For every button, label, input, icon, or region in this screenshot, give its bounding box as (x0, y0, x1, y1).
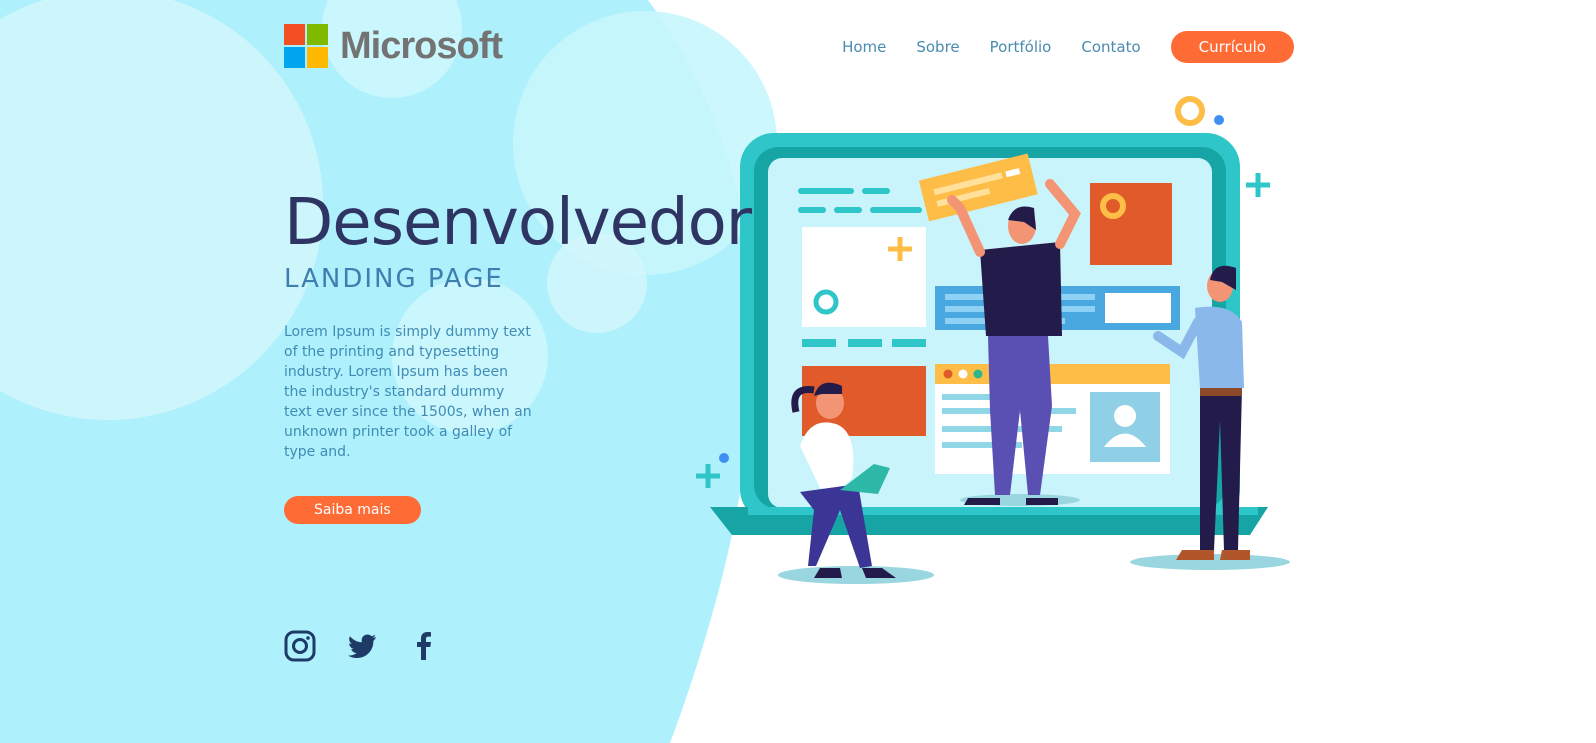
nav-link-sobre[interactable]: Sobre (916, 38, 959, 56)
hero-description: Lorem Ipsum is simply dummy text of the … (284, 324, 532, 461)
hero-section: Desenvolvedor LANDING PAGE Lorem Ipsum i… (284, 186, 754, 525)
nav-link-portfolio[interactable]: Portfólio (990, 38, 1052, 56)
social-links (284, 630, 440, 662)
logo-text: Microsoft (340, 24, 503, 67)
hero-subtitle: LANDING PAGE (284, 264, 504, 295)
instagram-icon[interactable] (284, 630, 316, 662)
nav-link-home[interactable]: Home (842, 38, 886, 56)
landing-page: Microsoft Home Sobre Portfólio Contato C… (0, 0, 1596, 743)
saiba-mais-button[interactable]: Saiba mais (284, 496, 421, 525)
curriculo-button[interactable]: Currículo (1170, 31, 1294, 63)
developers-illustration (696, 96, 1290, 584)
brand-logo[interactable]: Microsoft (284, 24, 503, 68)
nav-link-contato[interactable]: Contato (1081, 38, 1140, 56)
twitter-icon[interactable] (346, 630, 378, 662)
facebook-icon[interactable] (408, 630, 440, 662)
main-nav: Home Sobre Portfólio Contato Currículo (842, 31, 1294, 63)
windows-logo-icon (284, 24, 328, 68)
hero-title: Desenvolvedor (284, 186, 752, 260)
